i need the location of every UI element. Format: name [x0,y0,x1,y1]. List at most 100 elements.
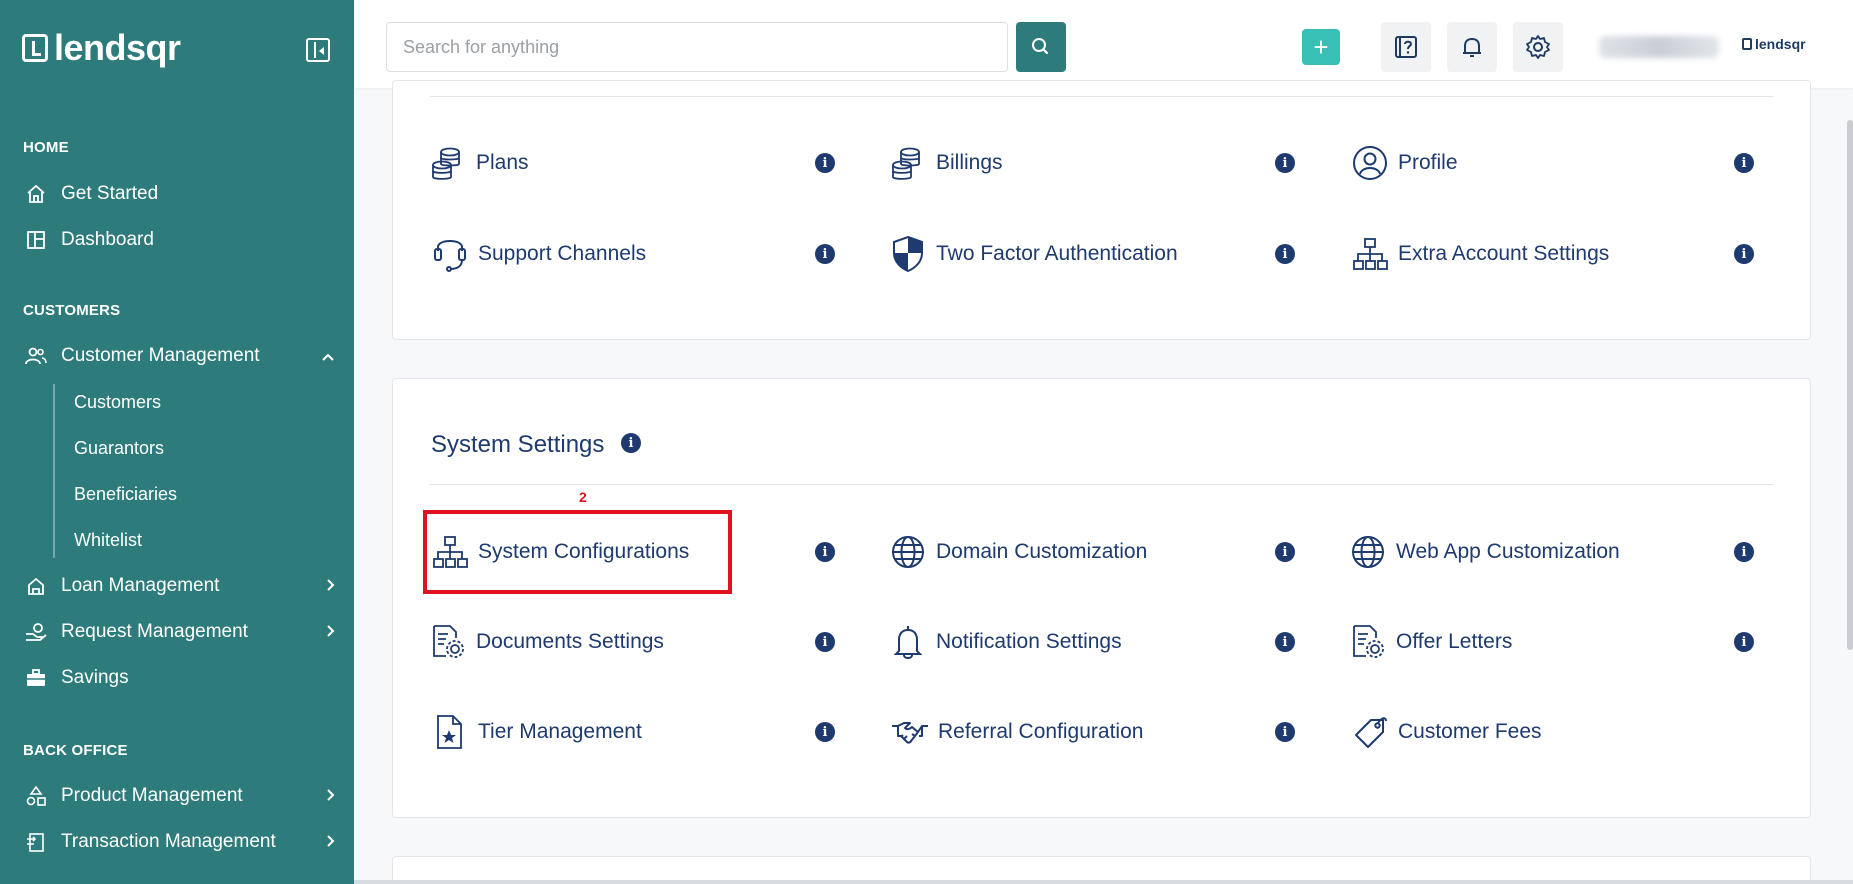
org-logo-text: lendsqr [1755,36,1806,52]
setting-extra-account-settings[interactable]: Extra Account Settings [1350,234,1609,274]
setting-tier-management[interactable]: Tier Management [430,712,642,752]
setting-label: Domain Customization [936,540,1148,563]
document-gear-icon [1348,622,1388,662]
setting-offer-letters[interactable]: Offer Letters [1348,622,1512,662]
sidebar-subitem-whitelist[interactable]: Whitelist [74,530,142,551]
add-button[interactable]: + [1302,29,1340,65]
sidebar-item-label: Dashboard [61,229,154,250]
info-icon[interactable]: i [815,722,835,742]
sidebar-item-request-management[interactable]: Request Management [23,617,335,647]
bell-icon [888,622,928,662]
setting-label: System Configurations [478,540,690,563]
coins-icon [428,143,468,183]
shield-icon [888,234,928,274]
sidebar-item-loan-management[interactable]: Loan Management [23,571,335,601]
info-icon[interactable]: i [1275,722,1295,742]
setting-label: Tier Management [478,720,642,743]
setting-label: Two Factor Authentication [936,242,1178,265]
annotation-number: 2 [579,489,587,505]
chevron-right-icon [325,786,335,807]
sidebar-subitem-beneficiaries[interactable]: Beneficiaries [74,484,177,505]
sidebar-item-label: Savings [61,667,129,688]
setting-profile[interactable]: Profile [1350,143,1458,183]
setting-label: Web App Customization [1396,540,1620,563]
setting-referral-configuration[interactable]: Referral Configuration [890,712,1143,752]
info-icon[interactable]: i [621,433,641,453]
logo-mark-icon [22,34,48,62]
vertical-scrollbar[interactable] [1847,120,1853,650]
info-icon[interactable]: i [1734,632,1754,652]
chevron-right-icon [325,622,335,643]
request-icon [23,621,49,643]
setting-support-channels[interactable]: Support Channels [430,234,646,274]
setting-notification-settings[interactable]: Notification Settings [888,622,1122,662]
info-icon[interactable]: i [1275,244,1295,264]
sidebar-subitem-customers[interactable]: Customers [74,392,161,413]
submenu-line [53,384,55,558]
sidebar-item-dashboard[interactable]: Dashboard [23,225,335,255]
globe-icon [888,532,928,572]
setting-system-configurations[interactable]: System Configurations [430,532,689,572]
user-name-blurred[interactable] [1599,36,1719,58]
nav-section-home: HOME [23,139,69,156]
chevron-right-icon [325,832,335,853]
home-icon [23,183,49,205]
sidebar-item-transaction-management[interactable]: Transaction Management [23,827,335,857]
info-icon[interactable]: i [815,244,835,264]
info-icon[interactable]: i [1734,542,1754,562]
logo-mark-icon [1742,38,1752,50]
setting-billings[interactable]: Billings [888,143,1003,183]
help-button[interactable] [1381,22,1431,72]
info-icon[interactable]: i [1275,153,1295,173]
users-icon [23,345,49,367]
info-icon[interactable]: i [815,153,835,173]
setting-two-factor-authentication[interactable]: Two Factor Authentication [888,234,1178,274]
tag-icon [1350,712,1390,752]
setting-label: Notification Settings [936,630,1122,653]
setting-web-app-customization[interactable]: Web App Customization [1348,532,1620,572]
dashboard-icon [23,229,49,251]
profile-icon [1350,143,1390,183]
brand-logo[interactable]: lendsqr [22,30,181,66]
document-gear-icon [428,622,468,662]
setting-plans[interactable]: Plans [428,143,529,183]
sidebar-item-get-started[interactable]: Get Started [23,179,335,209]
help-icon [1395,36,1417,58]
briefcase-icon [23,667,49,689]
setting-customer-fees[interactable]: Customer Fees [1350,712,1542,752]
sidebar-item-label: Loan Management [61,575,220,596]
gear-icon [1526,35,1550,59]
info-icon[interactable]: i [1275,542,1295,562]
info-icon[interactable]: i [1734,153,1754,173]
top-bar: + lendsqr [354,0,1853,88]
sidebar-item-customer-management[interactable]: Customer Management [23,341,335,371]
star-document-icon [430,712,470,752]
divider [430,484,1773,485]
chevron-right-icon [325,576,335,597]
setting-domain-customization[interactable]: Domain Customization [888,532,1147,572]
info-icon[interactable]: i [815,542,835,562]
setting-documents-settings[interactable]: Documents Settings [428,622,664,662]
system-settings-card [392,378,1811,818]
setting-label: Extra Account Settings [1398,242,1610,265]
notifications-button[interactable] [1447,22,1497,72]
nav-section-customers: CUSTOMERS [23,302,121,319]
setting-label: Offer Letters [1396,630,1513,653]
search-icon [1032,38,1049,55]
brand-name: lendsqr [54,27,181,68]
search-input[interactable] [386,22,1008,72]
setting-label: Profile [1398,151,1458,174]
loan-icon [23,575,49,597]
sidebar-subitem-guarantors[interactable]: Guarantors [74,438,164,459]
sidebar-item-product-management[interactable]: Product Management [23,781,335,811]
collapse-sidebar-icon[interactable] [306,38,330,62]
search-button[interactable] [1016,22,1066,72]
section-title: System Settings [431,431,605,458]
sidebar-item-savings[interactable]: Savings [23,663,335,693]
handshake-icon [890,712,930,752]
info-icon[interactable]: i [1734,244,1754,264]
sidebar-item-label: Request Management [61,621,248,642]
info-icon[interactable]: i [815,632,835,652]
info-icon[interactable]: i [1275,632,1295,652]
settings-button[interactable] [1513,22,1563,72]
